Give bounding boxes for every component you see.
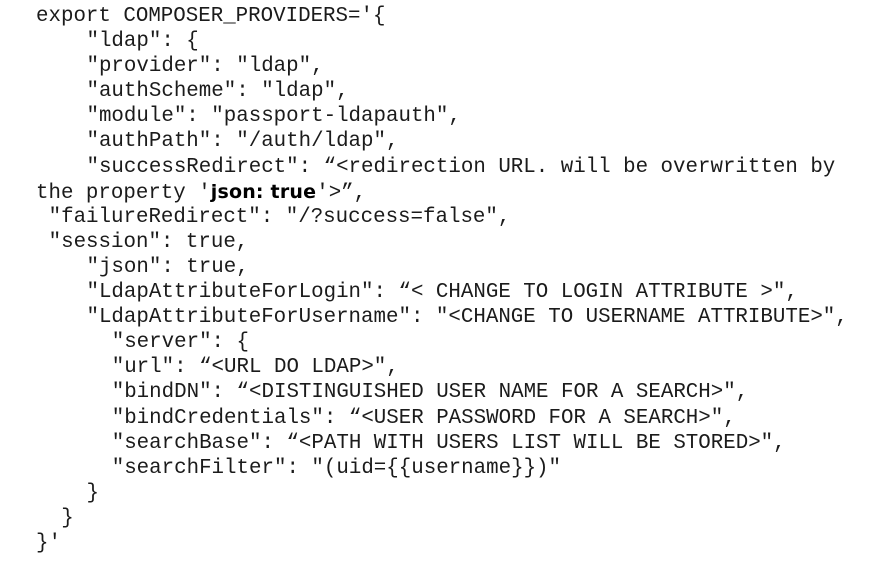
code-line: "url": “<URL DO LDAP>", (0, 355, 891, 380)
code-line: the property 'json: true'>”, (0, 180, 891, 205)
code-line: "provider": "ldap", (0, 54, 891, 79)
code-line: "session": true, (0, 230, 891, 255)
code-text: "authPath": "/auth/ldap", (86, 130, 399, 154)
code-line: "json": true, (0, 255, 891, 280)
code-line: "LdapAttributeForLogin": “< CHANGE TO LO… (0, 280, 891, 305)
code-text: "LdapAttributeForLogin": “< CHANGE TO LO… (86, 281, 798, 305)
code-line: "ldap": { (0, 29, 891, 54)
code-text: "ldap": { (86, 30, 199, 54)
code-text: "successRedirect": “<redirection URL. wi… (86, 155, 836, 179)
code-line: "failureRedirect": "/?success=false", (0, 205, 891, 230)
code-line: "searchBase": “<PATH WITH USERS LIST WIL… (0, 431, 891, 456)
code-line: } (0, 481, 891, 506)
code-snippet-block: export COMPOSER_PROVIDERS='{"ldap": {"pr… (0, 0, 891, 578)
code-text: "searchBase": “<PATH WITH USERS LIST WIL… (111, 431, 786, 455)
code-line: "successRedirect": “<redirection URL. wi… (0, 155, 891, 180)
code-text: "module": "passport-ldapauth", (86, 105, 461, 129)
code-line: "searchFilter": "(uid={{username}})" (0, 456, 891, 481)
code-line: } (0, 506, 891, 531)
code-text: export COMPOSER_PROVIDERS='{ (36, 5, 386, 28)
code-text: "authScheme": "ldap", (86, 80, 349, 104)
code-line: }' (0, 531, 891, 556)
code-text: "LdapAttributeForUsername": "<CHANGE TO … (86, 306, 848, 330)
code-text: "url": “<URL DO LDAP>", (111, 356, 399, 380)
code-line: "authScheme": "ldap", (0, 79, 891, 104)
code-line: export COMPOSER_PROVIDERS='{ (0, 4, 891, 29)
code-text: the property ' (36, 181, 211, 205)
code-line: "bindDN": “<DISTINGUISHED USER NAME FOR … (0, 380, 891, 405)
code-line: "server": { (0, 330, 891, 355)
code-text: "bindCredentials": “<USER PASSWORD FOR A… (111, 406, 736, 430)
code-text: "session": true, (48, 230, 249, 254)
code-text: "provider": "ldap", (86, 55, 324, 79)
code-text: "bindDN": “<DISTINGUISHED USER NAME FOR … (111, 381, 749, 405)
code-text: "server": { (111, 331, 250, 355)
code-text: }' (36, 531, 61, 555)
emphasized-property: json: true (210, 180, 317, 203)
code-text: '>”, (316, 181, 367, 205)
code-text: } (61, 506, 74, 530)
code-text: } (86, 481, 99, 505)
code-text: "json": true, (86, 255, 249, 279)
code-text: "failureRedirect": "/?success=false", (48, 205, 511, 229)
code-line: "authPath": "/auth/ldap", (0, 129, 891, 154)
code-line: "module": "passport-ldapauth", (0, 104, 891, 129)
code-text: "searchFilter": "(uid={{username}})" (111, 456, 562, 480)
code-line: "bindCredentials": “<USER PASSWORD FOR A… (0, 406, 891, 431)
code-line: "LdapAttributeForUsername": "<CHANGE TO … (0, 305, 891, 330)
